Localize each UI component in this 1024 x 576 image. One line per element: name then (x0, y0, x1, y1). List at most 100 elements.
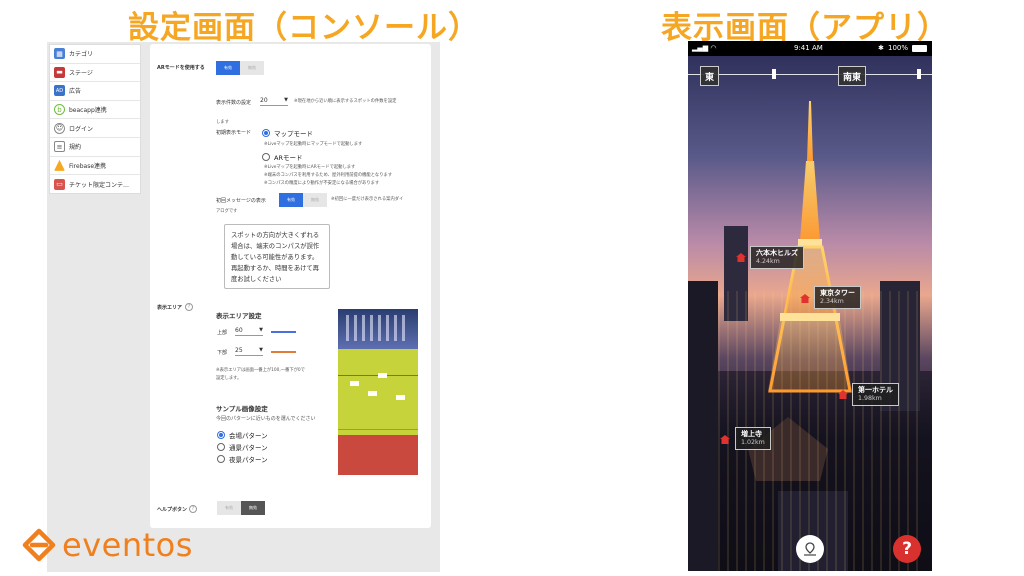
spot-label-roppongi[interactable]: 六本木ヒルズ 4.24km (750, 246, 804, 269)
sidebar-item-category[interactable]: ▦ カテゴリ (50, 45, 140, 64)
toggle-on-option[interactable]: 有効 (216, 61, 240, 75)
ar-mode-note-3: ※コンパスの精度により動作が不安定になる場合があります (264, 181, 380, 186)
pattern-label: 夜景パターン (229, 456, 268, 464)
sidebar-item-label: Firebase連携 (69, 162, 107, 170)
upper-select[interactable]: 60 ▼ (235, 325, 263, 336)
spot-name: 東京タワー (820, 289, 855, 297)
console-heading: 設定画面（コンソール） (128, 10, 480, 46)
help-button[interactable]: ? (893, 535, 921, 563)
area-setting-title: 表示エリア設定 (216, 312, 262, 320)
firebase-icon (54, 159, 65, 171)
pattern-label: 通景パターン (229, 444, 268, 452)
pattern-night-radio[interactable]: 夜景パターン (217, 454, 268, 464)
sidebar-item-stage[interactable]: ▬ ステージ (50, 64, 140, 83)
status-bar: ▂▄▆ ◠ 9:41 AM ✱ 100% (688, 41, 932, 56)
map-mode-note: ※Liveマップを起動時にマップモードで起動します (264, 142, 363, 147)
sidebar-item-firebase[interactable]: Firebase連携 (50, 157, 140, 176)
toggle-on-option[interactable]: 有効 (217, 501, 241, 515)
bluetooth-icon: ✱ (878, 44, 884, 52)
spot-house-icon[interactable] (838, 390, 848, 399)
sidebar-item-label: beacapp連携 (69, 107, 107, 115)
sidebar-item-beacapp[interactable]: b beacapp連携 (50, 101, 140, 120)
terms-icon: ≡ (54, 141, 65, 153)
map-mode-radio[interactable]: マップモード (262, 128, 313, 138)
display-count-value: 20 (260, 96, 268, 104)
sidebar-item-label: チケット限定コンテ… (69, 181, 130, 189)
ar-mode-note-2: ※端末のコンパスを利用するため、屋外利用前提の機能となります (264, 173, 393, 178)
display-count-select[interactable]: 20 ▼ (260, 95, 288, 106)
pattern-scene-radio[interactable]: 通景パターン (217, 442, 268, 452)
display-count-note-cont: します (216, 120, 229, 125)
spot-label-daiichi-hotel[interactable]: 第一ホテル 1.98km (852, 383, 899, 406)
toggle-off-option[interactable]: 無効 (241, 501, 265, 515)
sample-image-preview (338, 309, 418, 475)
eventos-logo-text: eventos (62, 526, 193, 564)
upper-label: 上部 (217, 330, 228, 336)
stage-icon: ▬ (54, 66, 65, 78)
compass-tick (917, 69, 921, 79)
ar-mode-label: ARモードを使用する (157, 65, 205, 71)
chevron-down-icon: ▼ (259, 347, 263, 353)
ar-mode-radio[interactable]: ARモード (262, 152, 302, 162)
chevron-down-icon: ▼ (259, 327, 263, 333)
spot-house-icon[interactable] (800, 294, 810, 303)
lower-value: 25 (235, 346, 243, 354)
display-count-label: 表示件数の設定 (216, 100, 252, 106)
area-note-1: ※表示エリアは画面一番上が100,一番下が0で (216, 368, 305, 373)
spot-label-tokyo-tower[interactable]: 東京タワー 2.34km (814, 286, 861, 309)
sample-hint: 今回のパターンに近いものを選んでください (216, 416, 316, 422)
first-message-textarea[interactable]: スポットの方向が大きくずれる場合は、端末のコンパスが誤作動している可能性がありま… (224, 224, 330, 289)
upper-line-swatch (271, 331, 296, 333)
sidebar-item-ad[interactable]: AD 広告 (50, 82, 140, 101)
radio-selected-icon (262, 129, 270, 137)
spot-distance: 1.02km (741, 439, 765, 446)
beacapp-icon: b (54, 104, 65, 116)
sidebar-item-label: 規約 (69, 144, 82, 152)
eventos-mark-icon (22, 528, 56, 562)
toggle-on-option[interactable]: 有効 (279, 193, 303, 207)
lower-select[interactable]: 25 ▼ (235, 345, 263, 356)
help-button-toggle[interactable]: 有効 無効 (217, 501, 265, 515)
sidebar-item-label: 広告 (69, 88, 82, 96)
map-pin-icon (804, 542, 816, 556)
lower-line-swatch (271, 351, 296, 353)
ar-mode-label-text: ARモード (274, 154, 303, 162)
sidebar-item-ticket[interactable]: ▭ チケット限定コンテ… (50, 175, 140, 194)
sidebar-item-label: カテゴリ (69, 51, 94, 59)
sidebar-item-label: ログイン (69, 125, 94, 133)
pattern-venue-radio[interactable]: 会場パターン (217, 430, 268, 440)
ar-mode-toggle[interactable]: 有効 無効 (216, 61, 264, 75)
compass-tick (772, 69, 776, 79)
upper-value: 60 (235, 326, 243, 334)
phone-screen: ▂▄▆ ◠ 9:41 AM ✱ 100% 東 南東 六本木ヒルズ 4.24km … (688, 41, 932, 571)
map-mode-button[interactable] (796, 535, 824, 563)
spot-name: 第一ホテル (858, 386, 893, 394)
sidebar-item-terms[interactable]: ≡ 規約 (50, 138, 140, 157)
ad-icon: AD (54, 85, 65, 97)
spot-name: 増上寺 (741, 430, 762, 438)
toggle-off-option[interactable]: 無効 (303, 193, 327, 207)
battery-icon (912, 45, 927, 52)
spot-house-icon[interactable] (736, 253, 746, 262)
initial-mode-label: 初期表示モード (216, 130, 252, 136)
radio-unselected-icon (217, 443, 225, 451)
spot-house-icon[interactable] (720, 435, 730, 444)
compass-line (688, 74, 932, 75)
login-icon: ☺ (54, 122, 65, 134)
pattern-label: 会場パターン (229, 432, 268, 440)
category-icon: ▦ (54, 48, 65, 60)
help-circle-icon[interactable]: ? (185, 303, 193, 311)
help-button-label: ヘルプボタン (157, 507, 188, 513)
eventos-logo: eventos (22, 526, 193, 564)
spot-label-zojoji[interactable]: 増上寺 1.02km (735, 427, 771, 450)
first-message-note-cont: アログです (216, 209, 238, 214)
map-mode-label: マップモード (274, 130, 313, 138)
sample-title: サンプル画像設定 (216, 405, 268, 413)
sidebar-item-login[interactable]: ☺ ログイン (50, 119, 140, 138)
help-circle-icon[interactable]: ? (189, 505, 197, 513)
first-message-toggle[interactable]: 有効 無効 (279, 193, 327, 207)
spot-distance: 4.24km (756, 258, 780, 265)
toggle-off-option[interactable]: 無効 (240, 61, 264, 75)
ticket-icon: ▭ (54, 178, 65, 190)
display-count-note: ※現在地から近い順に表示するスポットの件数を設定 (294, 99, 397, 104)
